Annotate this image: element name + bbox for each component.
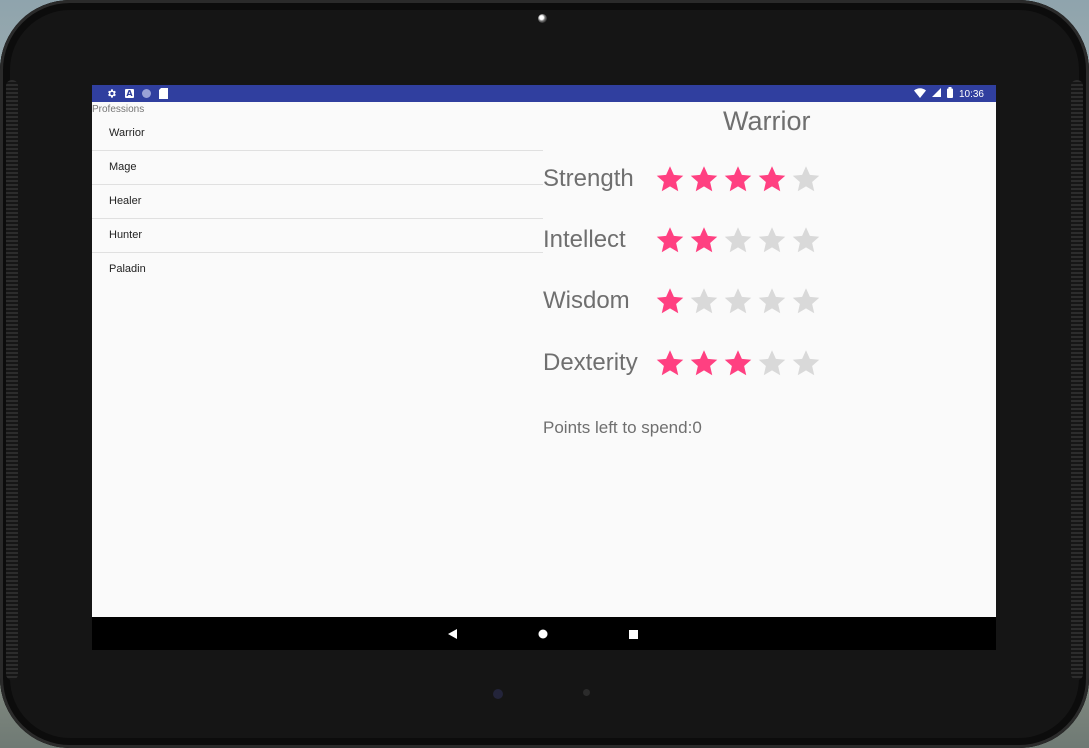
stat-label: Dexterity bbox=[543, 349, 638, 376]
stat-row-intellect: Intellect bbox=[543, 220, 823, 260]
signal-icon bbox=[931, 88, 941, 100]
star-empty-icon[interactable] bbox=[721, 223, 755, 257]
screen: A 10:36 Professions Warrior Mage Healer … bbox=[92, 85, 996, 650]
star-empty-icon[interactable] bbox=[755, 223, 789, 257]
profession-item-mage[interactable]: Mage bbox=[92, 151, 543, 185]
star-empty-icon[interactable] bbox=[789, 223, 823, 257]
star-filled-icon[interactable] bbox=[755, 162, 789, 196]
star-filled-icon[interactable] bbox=[653, 346, 687, 380]
sensor-dot bbox=[493, 689, 503, 699]
professions-list: Warrior Mage Healer Hunter Paladin bbox=[92, 117, 543, 287]
star-rating-dexterity[interactable] bbox=[653, 346, 823, 380]
stat-label: Intellect bbox=[543, 226, 626, 253]
star-filled-icon[interactable] bbox=[687, 346, 721, 380]
star-filled-icon[interactable] bbox=[653, 284, 687, 318]
profession-item-warrior[interactable]: Warrior bbox=[92, 117, 543, 151]
star-empty-icon[interactable] bbox=[789, 346, 823, 380]
star-empty-icon[interactable] bbox=[755, 284, 789, 318]
star-filled-icon[interactable] bbox=[687, 162, 721, 196]
circle-icon bbox=[142, 89, 151, 98]
speaker-grille-right bbox=[1071, 80, 1083, 680]
gear-icon bbox=[106, 88, 117, 99]
star-empty-icon[interactable] bbox=[687, 284, 721, 318]
front-camera bbox=[538, 14, 547, 23]
profession-item-healer[interactable]: Healer bbox=[92, 185, 543, 219]
star-empty-icon[interactable] bbox=[721, 284, 755, 318]
battery-icon bbox=[946, 87, 953, 101]
recents-icon[interactable] bbox=[625, 626, 641, 642]
home-icon[interactable] bbox=[535, 626, 551, 642]
tablet-bezel: A 10:36 Professions Warrior Mage Healer … bbox=[0, 0, 1089, 748]
star-empty-icon[interactable] bbox=[755, 346, 789, 380]
detail-title: Warrior bbox=[723, 106, 811, 136]
star-filled-icon[interactable] bbox=[721, 162, 755, 196]
points-left-text: Points left to spend:0 bbox=[543, 418, 702, 437]
status-time: 10:36 bbox=[958, 88, 984, 100]
stat-row-wisdom: Wisdom bbox=[543, 281, 823, 321]
profession-detail-pane: Warrior Strength Intellect Wisdom Dexter… bbox=[543, 102, 996, 617]
a-badge-icon: A bbox=[125, 89, 134, 98]
professions-label: Professions bbox=[92, 104, 145, 115]
stat-row-strength: Strength bbox=[543, 159, 823, 199]
stat-row-dexterity: Dexterity bbox=[543, 343, 823, 383]
professions-pane: Professions Warrior Mage Healer Hunter P… bbox=[92, 102, 543, 617]
stat-label: Strength bbox=[543, 165, 634, 192]
wifi-icon bbox=[913, 87, 926, 101]
status-bar: A 10:36 bbox=[92, 85, 996, 102]
profession-item-paladin[interactable]: Paladin bbox=[92, 253, 543, 287]
profession-item-hunter[interactable]: Hunter bbox=[92, 219, 543, 253]
star-filled-icon[interactable] bbox=[653, 162, 687, 196]
stat-label: Wisdom bbox=[543, 287, 630, 314]
back-icon[interactable] bbox=[445, 626, 461, 642]
sd-card-icon bbox=[159, 88, 168, 99]
star-filled-icon[interactable] bbox=[653, 223, 687, 257]
sensor-dot bbox=[583, 689, 590, 696]
star-filled-icon[interactable] bbox=[721, 346, 755, 380]
star-rating-intellect[interactable] bbox=[653, 223, 823, 257]
navigation-bar bbox=[92, 617, 996, 650]
star-empty-icon[interactable] bbox=[789, 162, 823, 196]
star-rating-wisdom[interactable] bbox=[653, 284, 823, 318]
star-rating-strength[interactable] bbox=[653, 162, 823, 196]
star-empty-icon[interactable] bbox=[789, 284, 823, 318]
speaker-grille-left bbox=[6, 80, 18, 680]
star-filled-icon[interactable] bbox=[687, 223, 721, 257]
